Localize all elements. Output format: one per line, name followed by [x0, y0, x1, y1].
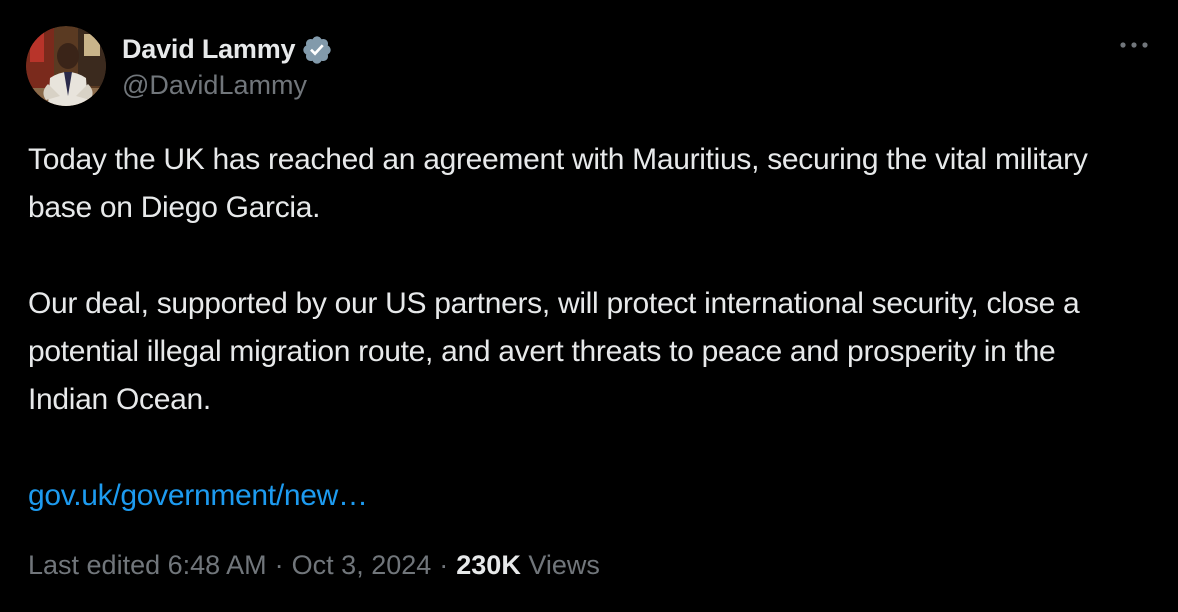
- tweet-paragraph: Today the UK has reached an agreement wi…: [28, 143, 1088, 224]
- views-count[interactable]: 230K: [456, 550, 521, 580]
- views-label: Views: [528, 550, 600, 580]
- avatar-image: [26, 26, 106, 106]
- verified-badge-icon[interactable]: [301, 34, 333, 66]
- more-horizontal-icon: [1120, 42, 1148, 48]
- tweet-paragraph: Our deal, supported by our US partners, …: [28, 287, 1080, 416]
- tweet-text: Today the UK has reached an agreement wi…: [28, 136, 1138, 520]
- meta-separator: ·: [274, 550, 284, 580]
- tweet-meta: Last edited 6:48 AM · Oct 3, 2024 · 230K Vie…: [28, 550, 600, 581]
- tweet-header: David Lammy @DavidLammy: [26, 26, 333, 106]
- tweet-date[interactable]: Oct 3, 2024: [292, 550, 432, 580]
- author-handle[interactable]: @DavidLammy: [122, 70, 333, 101]
- display-name-row: David Lammy: [122, 32, 333, 68]
- tweet-card: David Lammy @DavidLammy Today the UK has…: [0, 0, 1178, 612]
- more-options-button[interactable]: [1116, 30, 1152, 60]
- display-name[interactable]: David Lammy: [122, 34, 296, 65]
- edited-timestamp[interactable]: Last edited 6:48 AM: [28, 550, 267, 580]
- avatar[interactable]: [26, 26, 106, 106]
- meta-separator: ·: [439, 550, 449, 580]
- author-names: David Lammy @DavidLammy: [122, 32, 333, 101]
- tweet-link[interactable]: gov.uk/government/new…: [28, 479, 368, 512]
